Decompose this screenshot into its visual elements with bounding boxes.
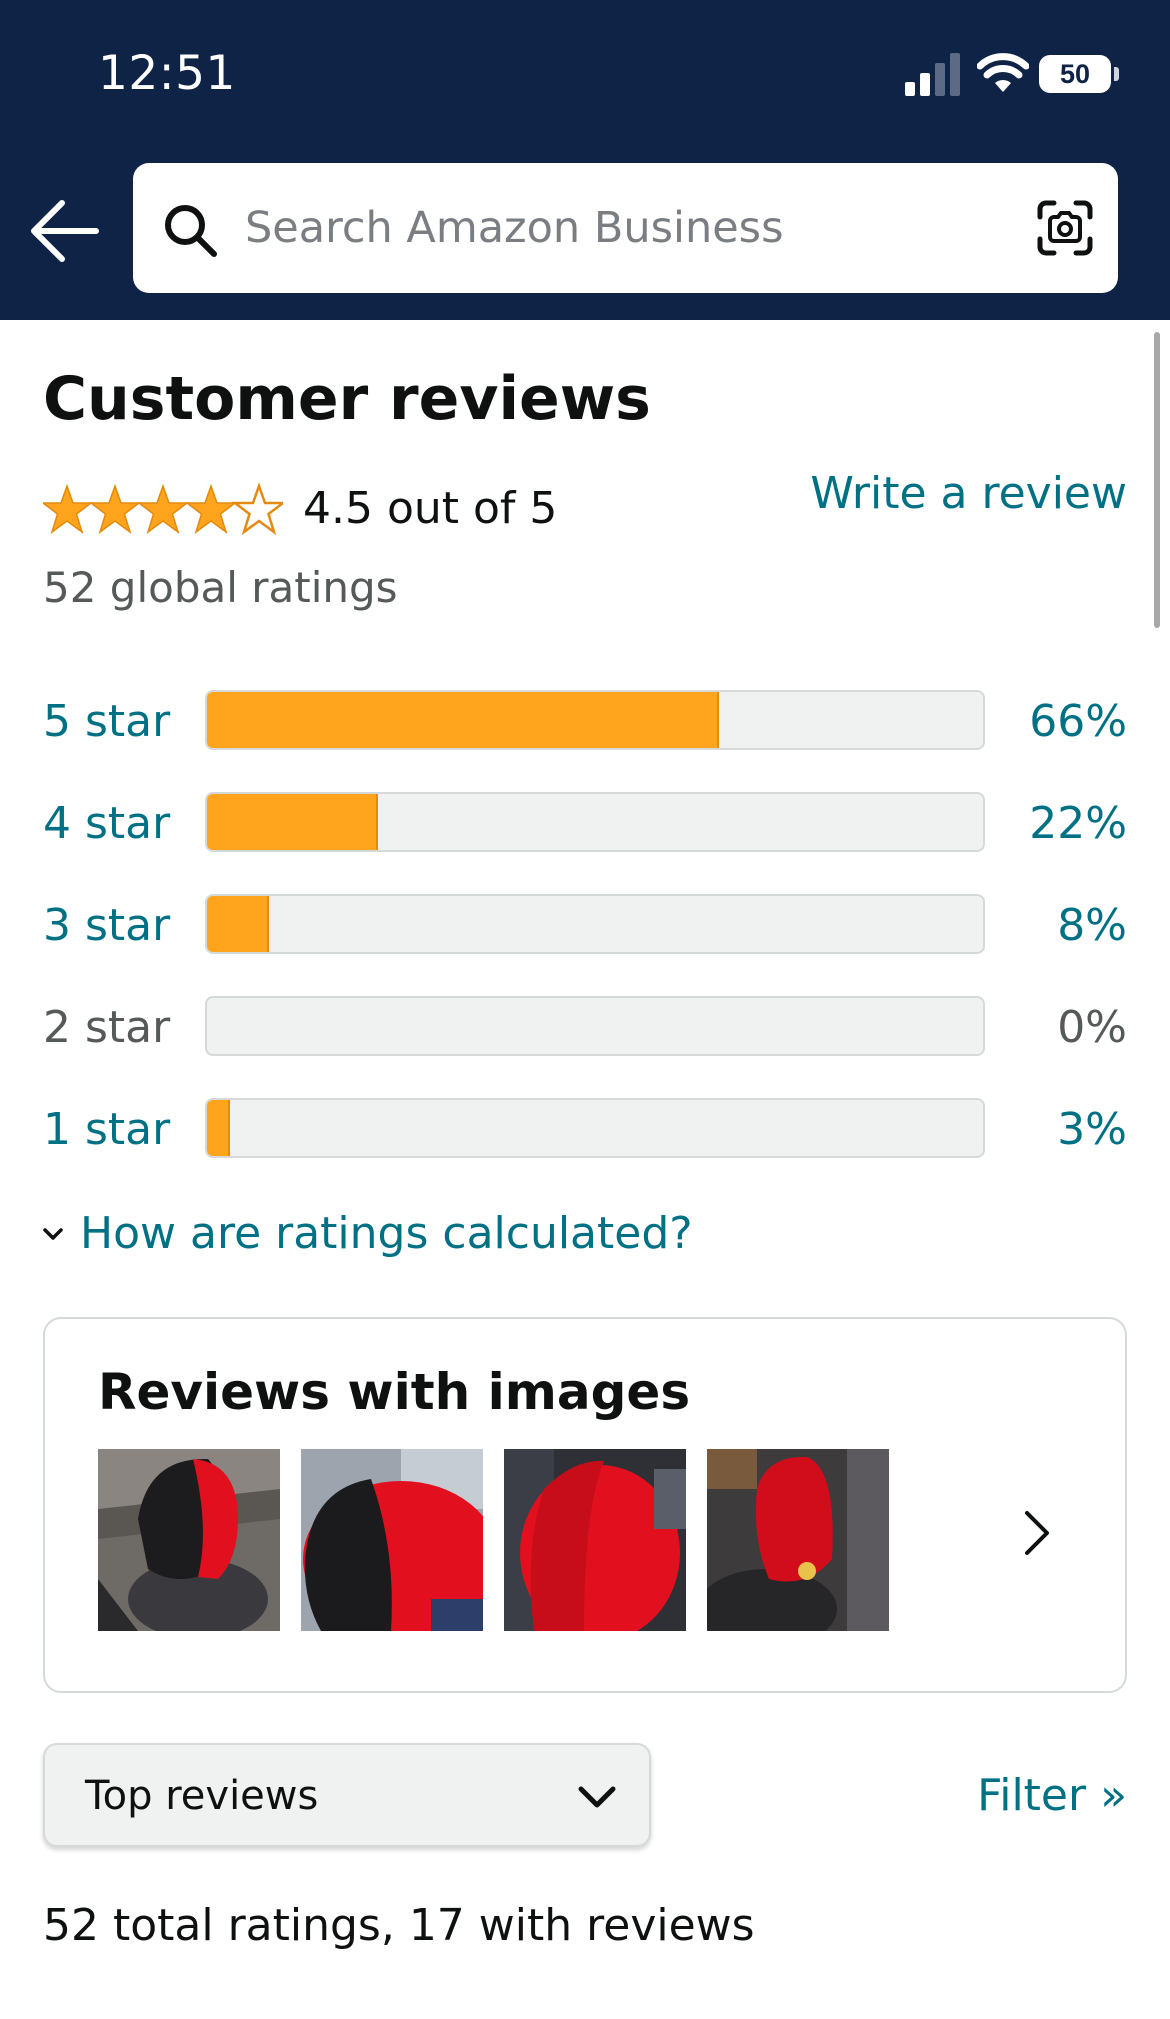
star-rating-icon (43, 484, 283, 534)
app-header: 12:51 50 (0, 0, 1170, 320)
histogram-row-3-star[interactable]: 3 star 8% (43, 894, 1127, 958)
histogram-label[interactable]: 5 star (43, 696, 170, 747)
histogram-row-2-star: 2 star 0% (43, 996, 1127, 1060)
histogram-row-5-star[interactable]: 5 star 66% (43, 690, 1127, 754)
histogram-percent: 0% (1057, 1002, 1127, 1053)
chevron-down-icon (578, 1786, 616, 1808)
histogram-row-1-star[interactable]: 1 star 3% (43, 1098, 1127, 1162)
cellular-signal-icon (905, 53, 960, 96)
histogram-row-4-star[interactable]: 4 star 22% (43, 792, 1127, 856)
review-image-thumbnail[interactable] (504, 1449, 686, 1631)
helmet-cover-photo-1 (98, 1449, 280, 1631)
chevron-down-icon (43, 1227, 63, 1240)
histogram-bar[interactable] (205, 792, 985, 852)
histogram-bar-fill (207, 896, 270, 952)
helmet-cover-photo-4 (707, 1449, 889, 1631)
global-ratings-count: 52 global ratings (43, 563, 398, 612)
histogram-bar[interactable] (205, 690, 985, 750)
histogram-percent[interactable]: 22% (1029, 798, 1127, 849)
chevron-right-icon[interactable] (1005, 1503, 1065, 1563)
review-image-thumbnail[interactable] (707, 1449, 889, 1631)
histogram-bar (205, 996, 985, 1056)
battery-nub (1114, 67, 1119, 81)
helmet-cover-photo-3 (504, 1449, 686, 1631)
histogram-bar-fill (207, 1100, 231, 1156)
write-review-link[interactable]: Write a review (810, 468, 1127, 519)
histogram-label[interactable]: 1 star (43, 1104, 170, 1155)
filter-link[interactable]: Filter » (977, 1770, 1127, 1821)
histogram-label: 2 star (43, 1002, 171, 1053)
search-bar[interactable] (133, 163, 1118, 293)
histogram-bar-fill (207, 794, 378, 850)
back-arrow-icon[interactable] (26, 196, 102, 266)
sort-selected-value: Top reviews (85, 1773, 319, 1819)
histogram-bar[interactable] (205, 894, 985, 954)
histogram-bar-fill (207, 692, 720, 748)
reviews-with-images-card: Reviews with images (43, 1317, 1127, 1693)
helmet-cover-photo-2 (301, 1449, 483, 1631)
rating-text: 4.5 out of 5 (303, 483, 558, 534)
review-image-thumbnail[interactable] (301, 1449, 483, 1631)
how-ratings-calculated-text[interactable]: How are ratings calculated? (80, 1208, 693, 1259)
wifi-icon (977, 53, 1029, 92)
status-indicators: 50 (905, 52, 1120, 98)
how-ratings-calculated-link[interactable]: How are ratings calculated? (40, 1208, 693, 1259)
histogram-percent[interactable]: 3% (1057, 1104, 1127, 1155)
camera-scan-icon[interactable] (1036, 199, 1094, 257)
reviews-with-images-title: Reviews with images (98, 1363, 691, 1421)
scrollbar[interactable] (1154, 332, 1160, 628)
total-ratings-summary: 52 total ratings, 17 with reviews (43, 1900, 755, 1951)
histogram-percent[interactable]: 8% (1057, 900, 1127, 951)
sort-dropdown[interactable]: Top reviews (43, 1743, 651, 1847)
battery-icon: 50 (1039, 55, 1111, 93)
histogram-label[interactable]: 4 star (43, 798, 170, 849)
search-input[interactable] (245, 191, 985, 265)
review-image-thumbnail[interactable] (98, 1449, 280, 1631)
search-icon (165, 205, 217, 257)
page-title: Customer reviews (43, 364, 651, 434)
histogram-percent[interactable]: 66% (1029, 696, 1127, 747)
histogram-label[interactable]: 3 star (43, 900, 170, 951)
histogram-bar[interactable] (205, 1098, 985, 1158)
status-time: 12:51 (98, 46, 236, 101)
